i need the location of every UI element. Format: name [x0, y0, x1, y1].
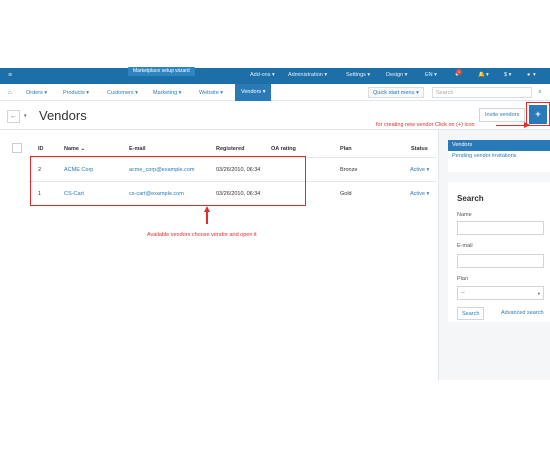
bell-icon[interactable]: 🔔: [478, 72, 485, 78]
global-search-input[interactable]: Search: [432, 87, 532, 98]
sidebar-item-vendors[interactable]: Vendors: [448, 140, 550, 151]
plan-select-value: --: [461, 290, 465, 296]
create-vendor-hint: for creating new vendor Click on (+) ico…: [376, 122, 475, 128]
name-label: Name: [457, 212, 472, 218]
plan-label: Plan: [457, 276, 469, 282]
menu-account-caret[interactable]: ▾: [533, 72, 536, 78]
name-input[interactable]: [457, 221, 544, 235]
menu-user-caret[interactable]: ▾: [486, 72, 489, 78]
arrow-right-head: [524, 122, 530, 128]
top-admin-bar: ≡ Add-ons ▾ Administration ▾ Settings ▾ …: [0, 68, 550, 84]
col-name[interactable]: Name ⌄: [64, 146, 85, 152]
chevron-down-icon[interactable]: ▾: [24, 113, 27, 119]
vendor-status-dropdown[interactable]: Active ▾: [410, 167, 429, 173]
sidebar-item-pending-invitations[interactable]: Pending vendor invitations: [448, 151, 550, 162]
page-title: Vendors: [39, 108, 87, 123]
main-navigation: ⌂ Orders ▾ Products ▾ Customers ▾ Market…: [0, 84, 550, 101]
sidebar-links: Vendors Pending vendor invitations: [448, 140, 550, 172]
search-panel-title: Search: [457, 194, 484, 203]
chevron-down-icon: ▾: [537, 291, 540, 296]
col-email[interactable]: E-mail: [129, 146, 146, 152]
col-status[interactable]: Status: [411, 146, 428, 152]
col-plan[interactable]: Plan: [340, 146, 352, 152]
nav-products[interactable]: Products ▾: [63, 90, 89, 96]
vendor-search-panel: Search Name E-mail Plan -- ▾ Search Advan…: [448, 182, 550, 322]
vendor-rows-highlight: [30, 156, 306, 206]
nav-vendors[interactable]: Vendors ▾: [235, 84, 272, 101]
advanced-search-link[interactable]: Advanced search: [501, 310, 544, 316]
vendor-plan: Bronze: [340, 167, 358, 173]
marketplace-setup-wizard-button[interactable]: Marketplace setup wizard: [128, 67, 195, 76]
quick-start-menu[interactable]: Quick start menu ▾: [368, 87, 424, 98]
vendor-plan: Gold: [340, 191, 352, 197]
vendor-status-dropdown[interactable]: Active ▾: [410, 191, 429, 197]
arrow-right-line: [496, 125, 526, 127]
col-oa-rating[interactable]: OA rating: [271, 146, 296, 152]
menu-language[interactable]: EN ▾: [425, 72, 437, 78]
arrow-up-line: [206, 211, 208, 224]
home-dashboard-icon[interactable]: ≡: [8, 72, 12, 79]
nav-website[interactable]: Website ▾: [199, 90, 223, 96]
plan-select[interactable]: -- ▾: [457, 286, 544, 300]
email-label: E-mail: [457, 243, 473, 249]
search-button[interactable]: Search: [457, 307, 485, 320]
menu-addons[interactable]: Add-ons ▾: [250, 72, 275, 78]
search-icon[interactable]: ⌕: [534, 87, 546, 98]
menu-administration[interactable]: Administration ▾: [288, 72, 327, 78]
nav-customers[interactable]: Customers ▾: [107, 90, 138, 96]
col-registered[interactable]: Registered: [216, 146, 244, 152]
table-header: ID Name ⌄ E-mail Registered OA rating Pl…: [0, 142, 436, 156]
nav-orders[interactable]: Orders ▾: [26, 90, 47, 96]
menu-settings[interactable]: Settings ▾: [346, 72, 370, 78]
account-icon[interactable]: ●: [527, 72, 530, 78]
col-id[interactable]: ID: [38, 146, 44, 152]
open-vendor-hint: Available vendors choose vendor and open…: [147, 232, 257, 238]
invite-vendors-button[interactable]: Invite vendors: [479, 108, 526, 122]
email-input[interactable]: [457, 254, 544, 268]
menu-currency[interactable]: $ ▾: [504, 72, 511, 78]
back-arrow-icon[interactable]: ←: [7, 110, 20, 123]
notification-badge: 1: [456, 69, 462, 75]
menu-design[interactable]: Design ▾: [386, 72, 407, 78]
nav-marketing[interactable]: Marketing ▾: [153, 90, 181, 96]
home-icon[interactable]: ⌂: [8, 90, 12, 96]
